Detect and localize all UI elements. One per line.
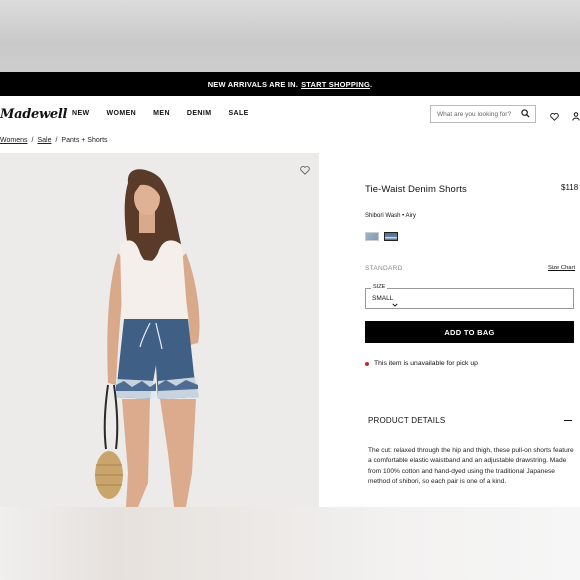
size-label: SIZE — [371, 284, 388, 290]
nav-menu: NEW WOMEN MEN DENIM SALE — [72, 110, 266, 117]
product-price: $118 — [561, 183, 579, 192]
photo-frame-top — [0, 0, 580, 72]
add-to-bag-button[interactable]: ADD TO BAG — [365, 321, 574, 343]
favorite-heart-icon[interactable] — [300, 162, 310, 180]
photo-frame-bottom — [0, 507, 580, 580]
size-select[interactable]: SIZE SMALL — [365, 284, 574, 309]
size-chart-link[interactable]: Size Chart — [548, 265, 575, 271]
collapse-minus-icon[interactable] — [564, 420, 572, 421]
chevron-down-icon — [392, 295, 398, 313]
wishlist-icon[interactable] — [550, 108, 559, 126]
pickup-text: This item is unavailable for pick up — [374, 360, 478, 367]
product-image[interactable] — [0, 153, 319, 507]
banner-period: . — [370, 79, 373, 89]
nav-item-denim[interactable]: DENIM — [187, 110, 212, 117]
pickup-notice: This item is unavailable for pick up — [365, 360, 478, 367]
breadcrumb-womens[interactable]: Womens — [0, 137, 28, 144]
model-illustration — [95, 169, 200, 507]
breadcrumb-separator: / — [31, 137, 34, 144]
product-title: Tie-Waist Denim Shorts — [365, 184, 467, 195]
size-value: SMALL — [372, 295, 394, 302]
start-shopping-link[interactable]: START SHOPPING — [301, 80, 370, 89]
breadcrumb-sale[interactable]: Sale — [37, 137, 51, 144]
color-swatch-shibori-wash[interactable] — [384, 232, 398, 241]
breadcrumb-separator: / — [55, 137, 58, 144]
brand-logo[interactable]: Madewell — [0, 107, 67, 122]
search-icon[interactable] — [521, 109, 530, 120]
nav-item-new[interactable]: NEW — [72, 110, 90, 117]
nav-item-women[interactable]: WOMEN — [107, 110, 137, 117]
banner-text: NEW ARRIVALS ARE IN. — [207, 79, 299, 89]
search-input[interactable]: What are you looking for? — [430, 105, 536, 123]
color-swatch-shibori-airy[interactable] — [365, 232, 379, 241]
color-label: Shibori Wash • Airy — [365, 213, 416, 219]
nav-item-sale[interactable]: SALE — [228, 110, 248, 117]
breadcrumb: Womens / Sale / Pants + Shorts — [0, 137, 108, 144]
alert-dot-icon — [365, 361, 369, 366]
product-description: The cut: relaxed through the hip and thi… — [368, 447, 574, 485]
promo-banner: NEW ARRIVALS ARE IN. START SHOPPING . — [0, 72, 580, 96]
user-icon[interactable] — [572, 108, 580, 126]
product-details-heading[interactable]: PRODUCT DETAILS — [368, 416, 445, 425]
search-placeholder: What are you looking for? — [437, 110, 512, 118]
breadcrumb-current: Pants + Shorts — [61, 137, 108, 144]
nav-item-men[interactable]: MEN — [153, 110, 170, 117]
fit-label: STANDARD — [365, 265, 403, 272]
